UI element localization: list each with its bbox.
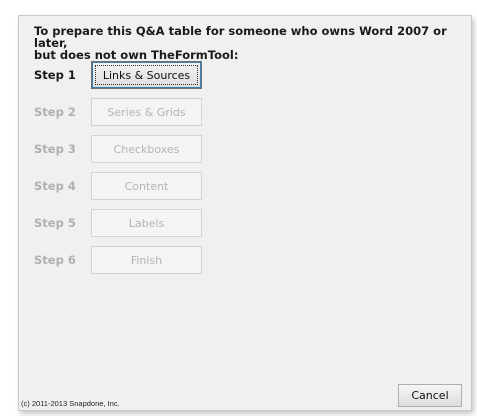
cancel-button[interactable]: Cancel — [398, 384, 462, 407]
instruction-text: To prepare this Q&A table for someone wh… — [34, 24, 447, 62]
content-button[interactable]: Content — [91, 172, 202, 200]
step-row-1: Step 1 Links & Sources — [19, 61, 473, 89]
checkboxes-button[interactable]: Checkboxes — [91, 135, 202, 163]
wizard-dialog: To prepare this Q&A table for someone wh… — [18, 15, 472, 411]
finish-button[interactable]: Finish — [91, 246, 202, 274]
copyright-text: (c) 2011-2013 Snapdone, Inc. — [21, 399, 120, 408]
step-row-3: Step 3 Checkboxes — [19, 135, 473, 163]
step-4-label: Step 4 — [34, 179, 76, 193]
step-row-4: Step 4 Content — [19, 172, 473, 200]
step-row-6: Step 6 Finish — [19, 246, 473, 274]
step-1-label: Step 1 — [34, 68, 76, 82]
step-row-2: Step 2 Series & Grids — [19, 98, 473, 126]
step-5-label: Step 5 — [34, 216, 76, 230]
links-sources-button[interactable]: Links & Sources — [91, 61, 202, 89]
labels-button[interactable]: Labels — [91, 209, 202, 237]
links-sources-button-label: Links & Sources — [102, 68, 191, 82]
step-2-label: Step 2 — [34, 105, 76, 119]
series-grids-button[interactable]: Series & Grids — [91, 98, 202, 126]
step-3-label: Step 3 — [34, 142, 76, 156]
step-row-5: Step 5 Labels — [19, 209, 473, 237]
step-6-label: Step 6 — [34, 253, 76, 267]
